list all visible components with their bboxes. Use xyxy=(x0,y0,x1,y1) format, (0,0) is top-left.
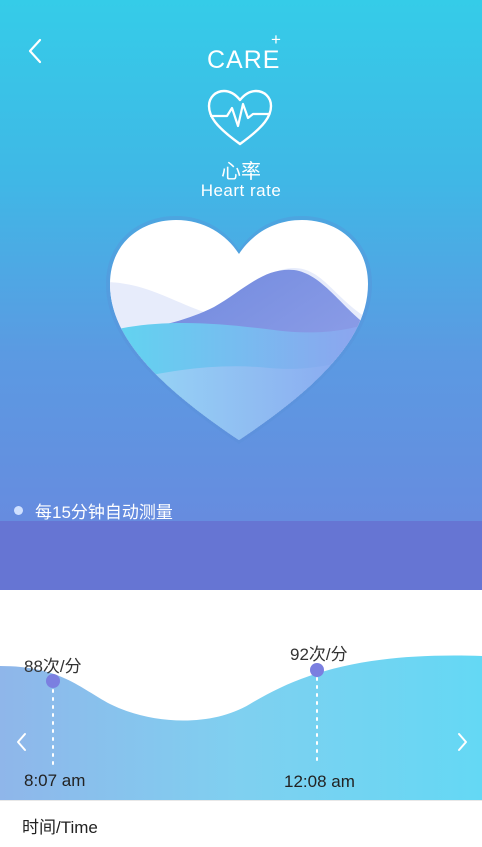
reading-time-1: 8:07 am xyxy=(24,771,86,790)
measure-note-text: 每15分钟自动测量 xyxy=(35,503,173,522)
back-button[interactable] xyxy=(22,34,50,70)
reading-value-2: 92次/分 xyxy=(290,645,348,664)
chevron-left-icon xyxy=(17,733,26,751)
chevron-right-icon xyxy=(458,733,467,751)
time-axis-label: 时间/Time xyxy=(22,818,98,837)
prev-button[interactable] xyxy=(12,729,32,755)
page-title-cn: 心率 xyxy=(221,161,261,183)
reading-point xyxy=(310,663,324,677)
next-button[interactable] xyxy=(452,729,472,755)
hero-band xyxy=(0,521,482,590)
chevron-left-icon xyxy=(28,38,42,64)
heart-rate-screen: CARE + 心率 Heart rate 每15分钟自动测量 88次/分 92次… xyxy=(0,0,482,847)
heart-illustration xyxy=(106,216,372,444)
reading-time-2: 12:08 am xyxy=(284,772,355,791)
reading-value-1: 88次/分 xyxy=(24,657,82,676)
brand-logo: CARE xyxy=(207,46,281,74)
brand-plus: + xyxy=(271,30,281,49)
bullet-dot-icon xyxy=(14,506,23,515)
measure-note: 每15分钟自动测量 xyxy=(14,498,173,523)
heart-pulse-icon xyxy=(207,89,273,146)
page-title-en: Heart rate xyxy=(200,181,282,200)
hero-section: CARE + 心率 Heart rate 每15分钟自动测量 xyxy=(0,0,482,590)
time-axis-footer: 时间/Time xyxy=(0,800,482,847)
